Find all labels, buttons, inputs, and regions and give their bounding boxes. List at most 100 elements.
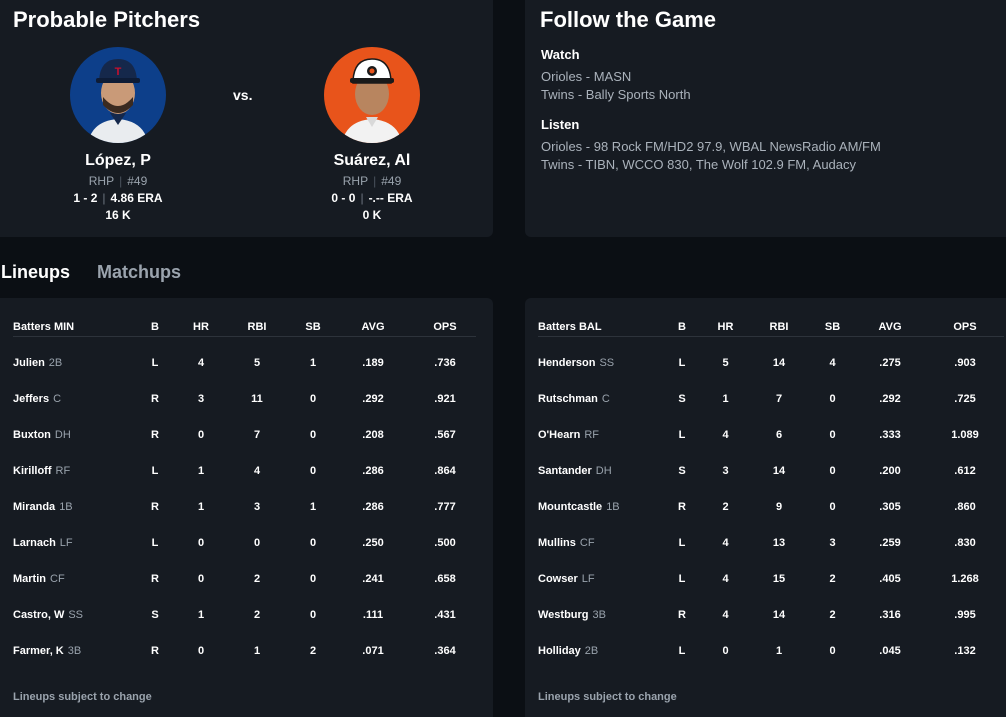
batter-position: CF — [579, 537, 595, 549]
table-row: Rutschman C S 1 7 0 .292 .725 — [538, 381, 1004, 417]
stat-ops: .725 — [954, 393, 976, 405]
stat-avg: .250 — [362, 537, 384, 549]
table-row: Jeffers C R 3 11 0 .292 .921 — [13, 381, 476, 417]
batter-name[interactable]: Cowser — [538, 573, 578, 585]
column-header-sb[interactable]: SB — [294, 318, 332, 337]
batter-name[interactable]: Kirilloff — [13, 465, 52, 477]
tab-lineups[interactable]: Lineups — [1, 262, 70, 283]
batter-name[interactable]: Mullins — [538, 537, 576, 549]
home-pitcher-name[interactable]: López, P — [18, 152, 218, 170]
table-row: Buxton DH R 0 7 0 .208 .567 — [13, 417, 476, 453]
batter-name[interactable]: Henderson — [538, 357, 595, 369]
batter-position: LF — [59, 537, 73, 549]
column-header-sb[interactable]: SB — [811, 318, 854, 337]
stat-hr: 1 — [722, 393, 729, 405]
watch-line: Twins - Bally Sports North — [541, 87, 691, 102]
away-pitcher-name[interactable]: Suárez, Al — [272, 152, 472, 170]
home-pitcher-throws: RHP — [88, 174, 115, 188]
lineup-card-min: Batters MIN B HR RBI SB AVG OPS Julien 2 B… — [0, 298, 493, 717]
stat-rbi: 6 — [775, 429, 783, 441]
tab-matchups[interactable]: Matchups — [97, 262, 181, 283]
batter-name[interactable]: Rutschman — [538, 393, 598, 405]
stat-sb: 0 — [309, 465, 317, 477]
batter-name[interactable]: Farmer, K — [13, 645, 64, 657]
batter-position: 2B — [584, 645, 599, 657]
away-pitcher[interactable]: Suárez, Al RHP | #49 0 - 0 | -.-- ERA 0 K — [272, 47, 472, 222]
home-pitcher-era: 4.86 ERA — [110, 191, 163, 205]
column-header-ops[interactable]: OPS — [414, 318, 476, 337]
column-header-rbi[interactable]: RBI — [747, 318, 811, 337]
stat-b: R — [151, 501, 159, 513]
column-header-hr[interactable]: HR — [704, 318, 747, 337]
lineup-footnote: Lineups subject to change — [13, 691, 152, 703]
batter-name[interactable]: Martin — [13, 573, 46, 585]
stat-sb: 0 — [829, 429, 836, 441]
stat-b: S — [151, 609, 159, 621]
stat-hr: 3 — [722, 465, 729, 477]
stat-avg: .259 — [879, 537, 901, 549]
column-header-avg[interactable]: AVG — [854, 318, 926, 337]
batter-name[interactable]: Castro, W — [13, 609, 64, 621]
batter-name[interactable]: Buxton — [13, 429, 51, 441]
batter-name[interactable]: Holliday — [538, 645, 581, 657]
stat-b: S — [678, 393, 686, 405]
stat-hr: 0 — [722, 645, 729, 657]
column-header-ops[interactable]: OPS — [926, 318, 1004, 337]
batter-name[interactable]: Mountcastle — [538, 501, 602, 513]
stat-avg: .045 — [879, 645, 901, 657]
stat-ops: .567 — [434, 429, 456, 441]
batters-header: Batters MIN — [13, 321, 75, 333]
stat-avg: .305 — [879, 501, 901, 513]
batter-name[interactable]: Julien — [13, 357, 45, 369]
batter-position: DH — [595, 465, 612, 477]
table-row: Kirilloff RF L 1 4 0 .286 .864 — [13, 453, 476, 489]
batter-position: CF — [50, 573, 65, 585]
listen-heading: Listen — [541, 117, 580, 132]
svg-text:T: T — [115, 66, 122, 78]
stat-hr: 1 — [197, 609, 205, 621]
batter-name[interactable]: Larnach — [13, 537, 56, 549]
batter-cell: Rutschman C — [538, 381, 660, 417]
column-header-avg[interactable]: AVG — [332, 318, 414, 337]
stat-hr: 2 — [722, 501, 729, 513]
batter-position: 3B — [67, 645, 82, 657]
lineup-table-bal: Batters BAL B HR RBI SB AVG OPS Henderso… — [538, 318, 1004, 669]
table-row: Henderson SS L 5 14 4 .275 .903 — [538, 345, 1004, 381]
column-header-hr[interactable]: HR — [182, 318, 220, 337]
stat-hr: 1 — [197, 465, 205, 477]
stat-sb: 0 — [309, 537, 317, 549]
stat-sb: 0 — [309, 609, 317, 621]
batter-cell: Jeffers C — [13, 381, 128, 417]
stat-b: L — [678, 573, 686, 585]
versus-label: vs. — [233, 87, 253, 103]
stat-rbi: 11 — [251, 393, 263, 405]
batter-name[interactable]: Santander — [538, 465, 592, 477]
column-header-rbi[interactable]: RBI — [220, 318, 294, 337]
batter-position: 1B — [606, 501, 620, 513]
batter-cell: Larnach LF — [13, 525, 128, 561]
table-row: Westburg 3B R 4 14 2 .316 .995 — [538, 597, 1004, 633]
follow-the-game-card: Follow the Game Watch Orioles - MASN Twi… — [525, 0, 1006, 237]
batter-name[interactable]: Westburg — [538, 609, 589, 621]
stat-b: R — [151, 393, 159, 405]
home-pitcher[interactable]: T López, P RHP | #49 1 - 2 | 4.86 ERA 16 K — [18, 47, 218, 222]
stat-rbi: 5 — [253, 357, 261, 369]
stat-b: R — [151, 573, 159, 585]
stat-rbi: 13 — [772, 537, 786, 549]
batter-name[interactable]: Jeffers — [13, 393, 49, 405]
stat-sb: 2 — [829, 573, 836, 585]
stat-hr: 5 — [722, 357, 729, 369]
watch-line: Orioles - MASN — [541, 69, 632, 84]
stat-sb: 4 — [829, 357, 836, 369]
batter-position: C — [601, 393, 610, 405]
table-row: Mullins CF L 4 13 3 .259 .830 — [538, 525, 1004, 561]
batter-name[interactable]: Miranda — [13, 501, 55, 513]
batter-name[interactable]: O'Hearn — [538, 429, 580, 441]
stat-rbi: 14 — [772, 465, 786, 477]
stat-rbi: 2 — [253, 609, 261, 621]
away-pitcher-strikeouts: 0 K — [362, 208, 382, 222]
column-header-b[interactable]: B — [128, 318, 182, 337]
table-row: Castro, W SS S 1 2 0.111.431 — [13, 597, 476, 633]
stat-rbi: 7 — [253, 429, 261, 441]
column-header-b[interactable]: B — [660, 318, 704, 337]
